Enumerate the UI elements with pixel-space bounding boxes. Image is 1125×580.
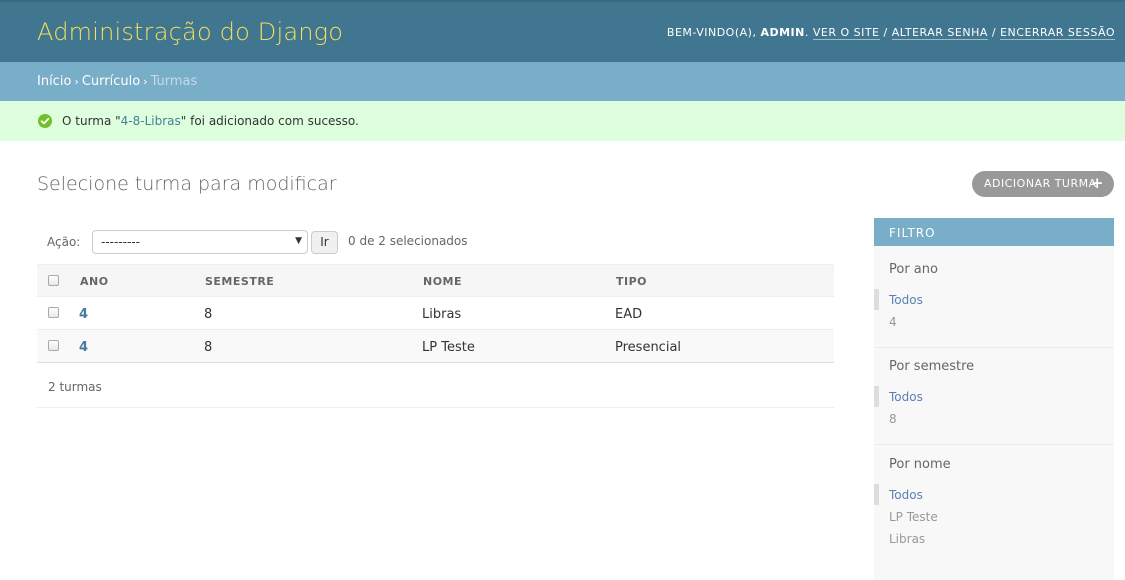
row-nome: LP Teste (422, 340, 475, 355)
column-header-nome[interactable]: NOME (423, 275, 462, 288)
row-ano-link[interactable]: 4 (79, 307, 88, 322)
column-header-semestre[interactable]: SEMESTRE (205, 275, 274, 288)
filter-option-todos[interactable]: Todos (874, 289, 923, 310)
breadcrumb: Início › Currículo › Turmas (0, 62, 1125, 101)
admin-header: Administração do Django BEM-VINDO(A), AD… (0, 0, 1125, 62)
page-title: Selecione turma para modificar (37, 173, 337, 195)
logout-link[interactable]: ENCERRAR SESSÃO (1000, 26, 1115, 40)
select-all-checkbox[interactable] (48, 275, 59, 286)
separator: / (991, 26, 997, 39)
filter-option[interactable]: LP Teste (889, 510, 938, 524)
filter-divider (874, 444, 1114, 445)
breadcrumb-home-link[interactable]: Início (37, 74, 71, 89)
filter-sidebar: FILTRO Por ano Todos 4 Por semestre Todo… (874, 218, 1114, 580)
success-message: O turma "4-8-Libras" foi adicionado com … (0, 101, 1125, 141)
filter-option-todos[interactable]: Todos (874, 484, 923, 505)
row-tipo: EAD (615, 307, 643, 322)
add-turma-label: ADICIONAR TURMA (984, 177, 1097, 190)
filter-option-todos[interactable]: Todos (874, 386, 923, 407)
view-site-link[interactable]: VER O SITE (812, 26, 880, 40)
action-select[interactable]: --------- ▼ (92, 230, 308, 254)
filter-option[interactable]: 4 (889, 315, 897, 329)
filter-title: FILTRO (874, 218, 1114, 246)
results-table: ANO SEMESTRE NOME TIPO 4 8 Libras EAD 4 … (37, 264, 834, 363)
triangle-down-icon: ▼ (295, 236, 302, 246)
filter-divider (874, 347, 1114, 348)
filter-group-title: Por semestre (889, 359, 975, 374)
row-checkbox[interactable] (48, 307, 59, 318)
table-header-row: ANO SEMESTRE NOME TIPO (37, 264, 834, 297)
action-select-value: --------- (101, 235, 140, 249)
username: ADMIN (760, 26, 805, 39)
filter-group-title: Por ano (889, 262, 938, 277)
table-row: 4 8 LP Teste Presencial (37, 330, 834, 363)
action-counter: 0 de 2 selecionados (348, 234, 468, 248)
row-nome: Libras (422, 307, 462, 322)
add-turma-button[interactable]: ADICIONAR TURMA + (972, 171, 1114, 197)
success-check-circle-icon (38, 114, 52, 128)
message-prefix: O turma " (62, 114, 121, 128)
change-password-link[interactable]: ALTERAR SENHA (891, 26, 988, 40)
action-label: Ação: (47, 235, 81, 249)
user-tools: BEM-VINDO(A), ADMIN. VER O SITE / ALTERA… (666, 26, 1115, 40)
message-object-link[interactable]: 4-8-Libras (121, 114, 181, 128)
breadcrumb-current: Turmas (150, 74, 198, 89)
table-row: 4 8 Libras EAD (37, 297, 834, 330)
message-suffix: " foi adicionado com sucesso. (180, 114, 359, 128)
breadcrumb-separator: › (74, 75, 79, 88)
breadcrumb-app-link[interactable]: Currículo (82, 74, 140, 89)
site-branding-title[interactable]: Administração do Django (37, 18, 343, 46)
welcome-text: BEM-VINDO(A), (666, 26, 757, 39)
row-semestre: 8 (204, 307, 213, 322)
separator: / (883, 26, 888, 39)
paginator-count: 2 turmas (37, 364, 834, 408)
filter-group-title: Por nome (889, 457, 951, 472)
row-tipo: Presencial (615, 340, 682, 355)
row-semestre: 8 (204, 340, 213, 355)
column-header-tipo[interactable]: TIPO (616, 275, 647, 288)
plus-icon: + (1090, 174, 1104, 192)
row-checkbox[interactable] (48, 340, 59, 351)
go-button[interactable]: Ir (311, 231, 338, 254)
column-header-ano[interactable]: ANO (80, 275, 109, 288)
filter-option[interactable]: 8 (889, 412, 897, 426)
breadcrumb-separator: › (143, 75, 148, 88)
filter-option[interactable]: Libras (889, 532, 925, 546)
row-ano-link[interactable]: 4 (79, 340, 88, 355)
